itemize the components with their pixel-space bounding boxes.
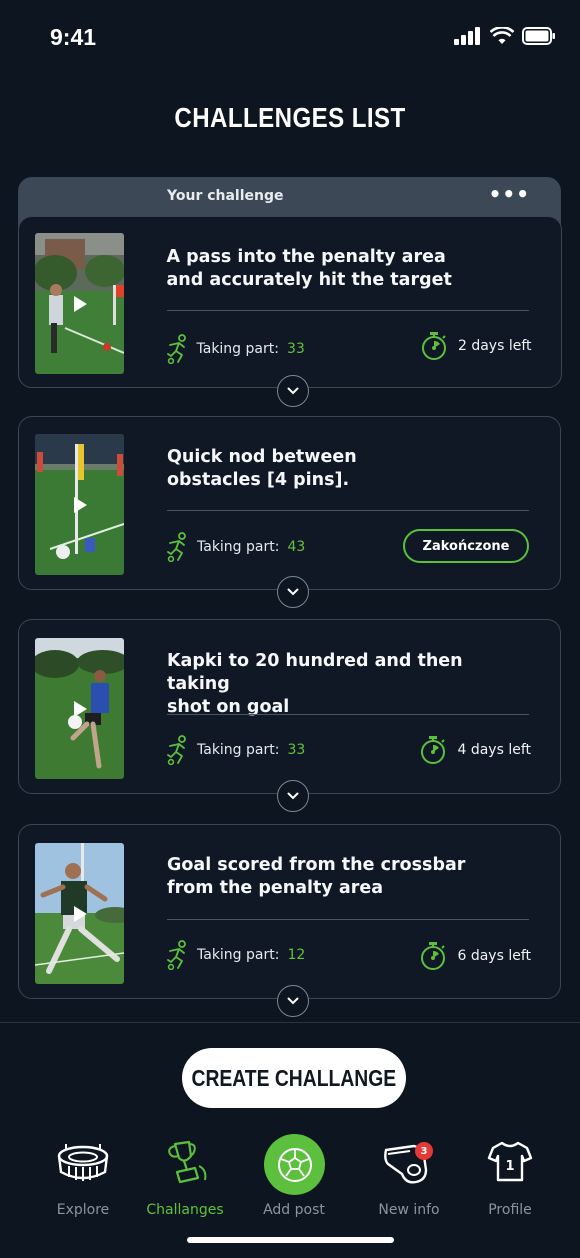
battery-icon	[522, 27, 555, 45]
wifi-icon	[490, 27, 514, 44]
challenge-card[interactable]: Kapki to 20 hundred and then taking shot…	[18, 619, 561, 812]
participants-info: Taking part: 33	[167, 735, 305, 765]
challenge-thumbnail[interactable]	[35, 434, 124, 575]
participants-label: Taking part:	[196, 341, 279, 357]
expand-button[interactable]	[277, 780, 309, 812]
challenge-title: Goal scored from the crossbar from the p…	[167, 855, 466, 898]
nav-profile[interactable]: 1	[460, 1140, 560, 1188]
stopwatch-icon	[421, 942, 446, 970]
time-left: 6 days left	[419, 941, 531, 971]
participants-count: 12	[287, 947, 306, 963]
nav-new-info[interactable]	[358, 1140, 458, 1190]
nav-label-profile[interactable]: Profile	[455, 1202, 565, 1218]
participants-info: Taking part: 43	[167, 532, 305, 562]
nav-label-add-post[interactable]: Add post	[239, 1202, 349, 1218]
chevron-down-icon	[287, 387, 299, 395]
stadium-icon	[57, 1144, 109, 1181]
participants-count: 33	[286, 341, 305, 357]
challenge-card[interactable]: Quick nod between obstacles [4 pins]. Ta…	[18, 416, 561, 608]
home-indicator	[187, 1237, 394, 1243]
nav-challenges[interactable]	[136, 1140, 236, 1190]
divider	[167, 919, 529, 920]
time-left-label: 4 days left	[457, 742, 531, 758]
expand-button[interactable]	[277, 576, 309, 608]
challenge-card[interactable]: Your challenge ••• A pass into the penal…	[17, 177, 562, 407]
divider	[166, 310, 529, 311]
challenge-thumbnail[interactable]	[35, 843, 124, 984]
status-bar: 9:41	[0, 0, 580, 78]
challenge-card[interactable]: Goal scored from the crossbar from the p…	[18, 824, 561, 1017]
chevron-down-icon	[287, 792, 299, 800]
time-left-label: 2 days left	[457, 338, 532, 354]
participants-label: Taking part:	[197, 742, 280, 758]
notification-badge: 3	[415, 1142, 433, 1160]
challenge-title: Kapki to 20 hundred and then taking shot…	[167, 651, 463, 717]
nav-explore[interactable]	[33, 1140, 133, 1188]
kicking-player-icon	[167, 532, 186, 562]
divider	[167, 714, 529, 715]
chevron-down-icon	[287, 588, 299, 596]
play-icon	[74, 701, 87, 717]
stopwatch-icon	[421, 736, 446, 764]
add-post-button[interactable]	[264, 1134, 325, 1195]
kicking-player-icon	[167, 940, 186, 970]
challenge-title: Quick nod between obstacles [4 pins].	[167, 447, 357, 490]
play-icon	[74, 497, 87, 513]
more-options-button[interactable]: •••	[489, 182, 530, 206]
jersey-number: 1	[505, 1159, 514, 1174]
kicking-player-icon	[166, 334, 186, 364]
status-time: 9:41	[50, 24, 97, 50]
participants-count: 43	[287, 539, 306, 555]
challenge-title: A pass into the penalty area and accurat…	[166, 247, 452, 290]
signal-icon	[454, 27, 480, 45]
participants-count: 33	[287, 742, 306, 758]
page-title: CHALLENGES LIST	[174, 102, 406, 133]
play-icon	[73, 296, 87, 312]
trophy-icon	[168, 1140, 207, 1184]
play-icon	[74, 906, 87, 922]
ball-icon	[277, 1147, 312, 1182]
nav-label-challenges[interactable]: Challanges	[130, 1202, 240, 1218]
time-left: 4 days left	[419, 735, 531, 765]
create-challenge-button[interactable]: CREATE CHALLANGE	[182, 1048, 406, 1108]
participants-label: Taking part:	[197, 947, 280, 963]
challenge-thumbnail[interactable]	[35, 638, 124, 779]
time-left: 2 days left	[420, 331, 532, 361]
time-left-label: 6 days left	[457, 948, 531, 964]
participants-info: Taking part: 12	[167, 940, 305, 970]
ended-status-badge: Zakończone	[403, 529, 529, 563]
expand-button[interactable]	[277, 985, 309, 1017]
challenge-card-body: A pass into the penalty area and accurat…	[17, 216, 562, 388]
kicking-player-icon	[167, 735, 186, 765]
jersey-icon: 1	[487, 1141, 533, 1182]
stopwatch-icon	[421, 332, 446, 360]
participants-info: Taking part: 33	[166, 334, 305, 364]
expand-button[interactable]	[277, 375, 309, 407]
status-icons	[454, 27, 556, 45]
create-challenge-label: CREATE CHALLANGE	[191, 1064, 397, 1091]
nav-label-new-info[interactable]: New info	[354, 1202, 464, 1218]
participants-label: Taking part:	[197, 539, 280, 555]
chevron-down-icon	[287, 997, 299, 1005]
divider	[167, 510, 529, 511]
your-challenge-label: Your challenge	[167, 188, 284, 204]
challenge-thumbnail[interactable]	[34, 233, 124, 374]
nav-label-explore[interactable]: Explore	[28, 1202, 138, 1218]
